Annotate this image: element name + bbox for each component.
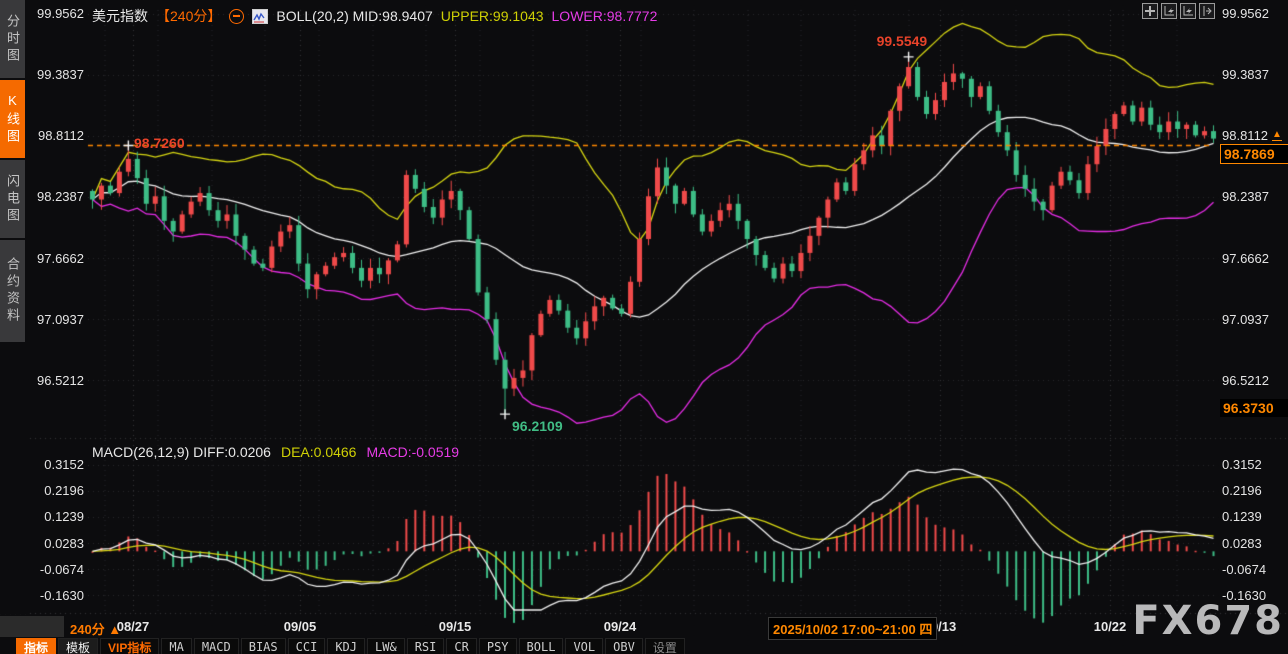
toolbar-button-macd[interactable]: MACD bbox=[194, 638, 239, 654]
price-axis-label-right: 97.6662 bbox=[1222, 251, 1286, 266]
macd-axis-label-right: 0.1239 bbox=[1222, 509, 1286, 524]
toolbar-button-vip指标[interactable]: VIP指标 bbox=[100, 638, 159, 654]
toolbar-button-lw&[interactable]: LW& bbox=[367, 638, 405, 654]
date-axis: 240分 ▲ 08/2709/0509/1509/2410/1310/22 20… bbox=[0, 616, 1288, 637]
indicator-toolbar: 指标模板VIP指标MAMACDBIASCCIKDJLW&RSICRPSYBOLL… bbox=[16, 638, 685, 654]
scroll-right-icon[interactable] bbox=[1180, 3, 1196, 19]
date-tick-08-27: 08/27 bbox=[117, 619, 150, 634]
toolbar-button-psy[interactable]: PSY bbox=[479, 638, 517, 654]
sidebar-tab-2[interactable]: K线图 bbox=[0, 80, 25, 158]
trading-app-window: 分时图K线图闪电图合约资料 美元指数 【240分】 BOLL(20,2) MID… bbox=[0, 0, 1288, 654]
high-price-label: 99.5549 bbox=[877, 33, 928, 49]
date-tick-10-22: 10/22 bbox=[1094, 619, 1127, 634]
watermark: FX678 bbox=[1132, 598, 1284, 644]
chart-canvas[interactable] bbox=[0, 0, 1288, 654]
toolbar-button-指标[interactable]: 指标 bbox=[16, 638, 56, 654]
toolbar-button-cr[interactable]: CR bbox=[446, 638, 476, 654]
sidebar-tab-4[interactable]: 合约资料 bbox=[0, 240, 25, 342]
macd-dea-value: DEA:0.0466 bbox=[281, 444, 357, 460]
macd-axis-label-right: -0.0674 bbox=[1222, 562, 1286, 577]
toolbar-button-cci[interactable]: CCI bbox=[288, 638, 326, 654]
range-low-box: 96.3730 bbox=[1220, 399, 1288, 417]
collapse-icon[interactable] bbox=[229, 9, 244, 24]
goto-latest-icon[interactable] bbox=[1199, 3, 1215, 19]
price-axis-label-right: 99.9562 bbox=[1222, 6, 1286, 21]
sidebar-tab-1[interactable]: 分时图 bbox=[0, 0, 25, 78]
toolbar-button-vol[interactable]: VOL bbox=[565, 638, 603, 654]
last-price-box: 98.7869 bbox=[1220, 144, 1288, 164]
scroll-left-icon[interactable] bbox=[1161, 3, 1177, 19]
prev-close-label: 98.7260 bbox=[134, 135, 185, 151]
selected-date-highlight: 2025/10/02 17:00~21:00 四 bbox=[768, 617, 937, 640]
chart-nav-icons bbox=[1142, 3, 1215, 19]
period-label[interactable]: 【240分】 bbox=[156, 6, 221, 26]
low-price-label: 96.2109 bbox=[512, 418, 563, 434]
toolbar-button-rsi[interactable]: RSI bbox=[407, 638, 445, 654]
chart-header: 美元指数 【240分】 BOLL(20,2) MID:98.9407 UPPER… bbox=[92, 6, 657, 26]
boll-lower-value: LOWER:98.7772 bbox=[552, 8, 658, 24]
toolbar-button-模板[interactable]: 模板 bbox=[58, 638, 98, 654]
sidebar: 分时图K线图闪电图合约资料 bbox=[0, 0, 27, 614]
date-tick-09-15: 09/15 bbox=[439, 619, 472, 634]
price-axis-label-right: 98.2387 bbox=[1222, 189, 1286, 204]
macd-axis-label-right: 0.2196 bbox=[1222, 483, 1286, 498]
mini-chart-icon[interactable] bbox=[252, 9, 268, 24]
toolbar-button-boll[interactable]: BOLL bbox=[519, 638, 564, 654]
macd-axis-label-right: 0.0283 bbox=[1222, 536, 1286, 551]
macd-header: MACD(26,12,9) DIFF:0.0206 DEA:0.0466 MAC… bbox=[92, 444, 459, 460]
macd-macd-value: MACD:-0.0519 bbox=[366, 444, 459, 460]
price-axis-label-right: 97.0937 bbox=[1222, 312, 1286, 327]
macd-axis-label-right: 0.3152 bbox=[1222, 457, 1286, 472]
price-axis-label-right: 99.3837 bbox=[1222, 67, 1286, 82]
price-axis-label-right: 96.5212 bbox=[1222, 373, 1286, 388]
date-tick-09-24: 09/24 bbox=[604, 619, 637, 634]
pan-icon[interactable] bbox=[1142, 3, 1158, 19]
symbol-title: 美元指数 bbox=[92, 6, 148, 26]
boll-mid-value: BOLL(20,2) MID:98.9407 bbox=[276, 8, 432, 24]
toolbar-button-obv[interactable]: OBV bbox=[605, 638, 643, 654]
toolbar-button-设置[interactable]: 设置 bbox=[645, 638, 685, 654]
boll-upper-value: UPPER:99.1043 bbox=[441, 8, 544, 24]
toolbar-button-ma[interactable]: MA bbox=[161, 638, 191, 654]
goto-latest-marker-icon[interactable]: ▲ bbox=[1272, 129, 1282, 141]
toolbar-button-bias[interactable]: BIAS bbox=[241, 638, 286, 654]
macd-diff-value: MACD(26,12,9) DIFF:0.0206 bbox=[92, 444, 271, 460]
toolbar-button-kdj[interactable]: KDJ bbox=[327, 638, 365, 654]
sidebar-tab-3[interactable]: 闪电图 bbox=[0, 160, 25, 238]
axis-corner bbox=[0, 616, 64, 637]
period-selector[interactable]: 240分 ▲ bbox=[70, 619, 121, 638]
date-tick-09-05: 09/05 bbox=[284, 619, 317, 634]
